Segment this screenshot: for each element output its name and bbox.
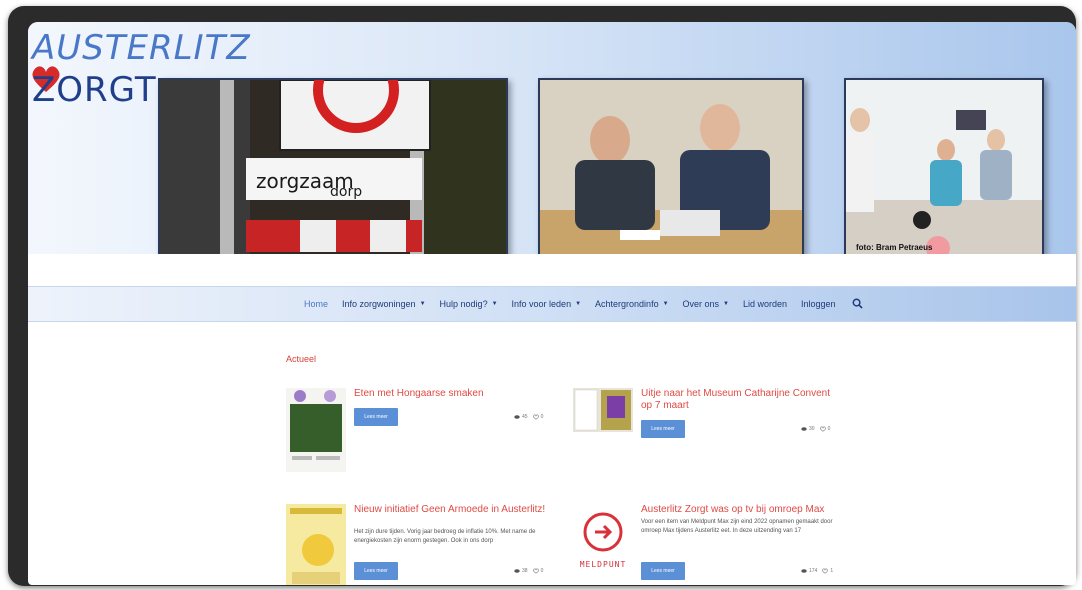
- post-meta: 45 0: [514, 414, 543, 420]
- main-navigation: Home Info zorgwoningen ▼ Hulp nodig? ▼ Inf…: [28, 286, 1076, 322]
- post-thumbnail[interactable]: MELDPUNT: [573, 504, 633, 585]
- read-more-button[interactable]: Lees meer: [354, 408, 398, 426]
- chevron-down-icon: ▼: [662, 300, 669, 307]
- browser-screen: AUSTERLITZ ZORGT zorgzaam dorp foto: Bra…: [28, 22, 1076, 585]
- heart-outline-icon: [532, 568, 539, 574]
- chevron-down-icon: ▼: [419, 300, 426, 307]
- eye-icon: [514, 569, 520, 573]
- nav-item-label: Inloggen: [801, 298, 836, 309]
- views-count: 30: [801, 426, 815, 432]
- chevron-down-icon: ▼: [575, 300, 582, 307]
- post-title[interactable]: Austerlitz Zorgt was op tv bij omroep Ma…: [641, 504, 841, 516]
- nav-search[interactable]: [850, 298, 863, 309]
- post-card: Uitje naar het Museum Catharijne Convent…: [573, 388, 853, 478]
- nav-item-label: Achtergrondinfo: [595, 298, 659, 309]
- nav-item-label: Info voor leden: [511, 298, 572, 309]
- header-photo-exercise: foto: Bram Petraeus: [844, 78, 1044, 274]
- nav-item-achtergrondinfo[interactable]: Achtergrondinfo ▼: [595, 298, 669, 309]
- read-more-button[interactable]: Lees meer: [641, 420, 685, 438]
- nav-item-lid-worden[interactable]: Lid worden: [743, 298, 787, 309]
- likes-value: 0: [827, 426, 831, 432]
- post-title[interactable]: Uitje naar het Museum Catharijne Convent…: [641, 388, 841, 412]
- post-title[interactable]: Nieuw initiatief Geen Armoede in Austerl…: [354, 504, 554, 516]
- post-thumbnail[interactable]: [286, 504, 346, 585]
- post-card: Nieuw initiatief Geen Armoede in Austerl…: [286, 504, 566, 585]
- views-value: 38: [522, 568, 528, 574]
- read-more-button[interactable]: Lees meer: [641, 562, 685, 580]
- eye-icon: [801, 427, 807, 431]
- views-value: 174: [809, 568, 818, 574]
- post-excerpt: Voor een item van Meldpunt Max zijn eind…: [641, 519, 833, 534]
- chevron-down-icon: ▼: [491, 300, 498, 307]
- nav-item-hulp-nodig[interactable]: Hulp nodig? ▼: [440, 298, 498, 309]
- section-title: Actueel: [286, 354, 317, 364]
- logo-line1: AUSTERLITZ: [32, 28, 251, 68]
- header-photo-road-sign: zorgzaam dorp: [158, 78, 508, 274]
- photo-caption: foto: Bram Petraeus: [856, 243, 933, 252]
- likes-count[interactable]: 0: [532, 414, 544, 420]
- nav-item-info-zorgwoningen[interactable]: Info zorgwoningen ▼: [342, 298, 426, 309]
- chevron-down-icon: ▼: [723, 300, 729, 307]
- post-excerpt: Het zijn dure tijden. Vorig jaar bedroeg…: [354, 529, 536, 544]
- post-meta: 38 0: [514, 568, 543, 574]
- likes-count[interactable]: 1: [822, 568, 833, 574]
- views-count: 45: [514, 414, 528, 420]
- likes-value: 0: [540, 568, 544, 574]
- read-more-button[interactable]: Lees meer: [354, 562, 398, 580]
- post-meta: 30 0: [801, 426, 830, 432]
- svg-text:dorp: dorp: [330, 184, 362, 200]
- site-header: AUSTERLITZ ZORGT zorgzaam dorp foto: Bra…: [28, 22, 1076, 282]
- post-card: MELDPUNT Austerlitz Zorgt was op tv bij …: [573, 504, 853, 585]
- nav-item-home[interactable]: Home: [304, 298, 328, 309]
- likes-value: 0: [540, 414, 544, 420]
- likes-value: 1: [830, 568, 834, 574]
- nav-item-label: Hulp nodig?: [439, 298, 488, 309]
- search-icon: [852, 298, 863, 309]
- heart-outline-icon: [819, 426, 826, 432]
- post-thumbnail[interactable]: [286, 388, 346, 472]
- monitor-frame: AUSTERLITZ ZORGT zorgzaam dorp foto: Bra…: [8, 6, 1076, 586]
- nav-item-inloggen[interactable]: Inloggen: [801, 298, 836, 309]
- nav-item-over-ons[interactable]: Over ons ▼: [683, 298, 729, 309]
- post-card: Eten met Hongaarse smaken Lees meer 45 0: [286, 388, 566, 478]
- views-count: 174: [801, 568, 817, 574]
- heart-outline-icon: [532, 414, 539, 420]
- nav-item-label: Over ons: [682, 298, 720, 309]
- likes-count[interactable]: 0: [532, 568, 544, 574]
- heart-outline-icon: [822, 568, 829, 574]
- nav-item-label: Home: [304, 298, 329, 309]
- views-count: 38: [514, 568, 528, 574]
- views-value: 30: [809, 426, 815, 432]
- views-value: 45: [522, 414, 528, 420]
- meldpunt-label: MELDPUNT: [579, 560, 627, 569]
- likes-count[interactable]: 0: [819, 426, 831, 432]
- header-photo-two-men: [538, 78, 804, 274]
- nav-item-label: Lid worden: [743, 298, 788, 309]
- nav-item-info-voor-leden[interactable]: Info voor leden ▼: [512, 298, 582, 309]
- eye-icon: [514, 415, 520, 419]
- nav-item-label: Info zorgwoningen: [342, 298, 416, 309]
- logo-line2: ZORGT: [32, 70, 157, 110]
- header-divider: [28, 254, 1076, 282]
- post-thumbnail[interactable]: [573, 388, 633, 432]
- post-title[interactable]: Eten met Hongaarse smaken: [354, 388, 554, 400]
- post-meta: 174 1: [801, 568, 833, 574]
- eye-icon: [801, 569, 807, 573]
